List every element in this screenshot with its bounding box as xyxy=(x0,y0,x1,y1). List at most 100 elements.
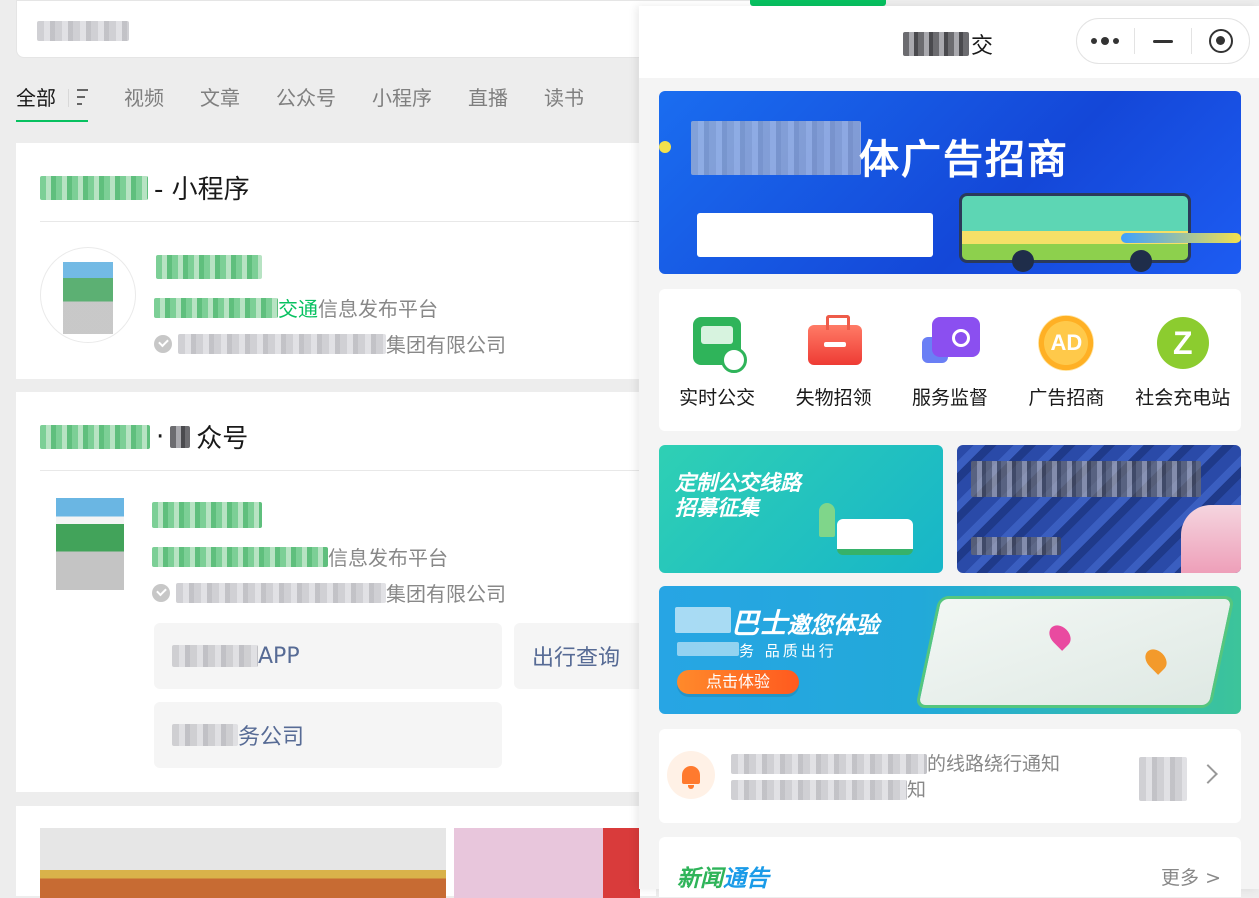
official-account-company: 集团有限公司 xyxy=(152,578,506,607)
service-supervision-icon xyxy=(920,315,980,373)
grid-item-service-supervision[interactable]: 服务监督 xyxy=(895,315,1005,410)
company-suffix: 集团有限公司 xyxy=(386,582,506,606)
banner-decor-dot xyxy=(659,141,671,153)
bus-banner-sub: 务 品质出行 xyxy=(739,642,837,660)
company-redacted xyxy=(176,582,386,603)
minimize-icon xyxy=(1153,39,1173,43)
mini-program-name-redacted[interactable] xyxy=(156,255,262,279)
service-label: APP xyxy=(258,643,300,669)
service-label: 务公司 xyxy=(238,725,305,750)
promo-illustration xyxy=(1181,505,1241,573)
mini-program-company: 集团有限公司 xyxy=(154,329,506,358)
minimize-button[interactable] xyxy=(1135,19,1192,63)
card-title: · 众号 xyxy=(40,418,248,455)
close-target-icon xyxy=(1208,29,1233,53)
grid-item-charging-station[interactable]: Z 社会充电站 xyxy=(1128,315,1238,410)
bus-icon xyxy=(687,315,748,373)
charging-icon-letter: Z xyxy=(1156,317,1209,369)
grid-item-lost-found[interactable]: 失物招领 xyxy=(779,315,889,410)
desc-redacted xyxy=(154,297,278,318)
official-account-desc: 信息发布平台 xyxy=(152,542,448,571)
charging-station-icon: Z xyxy=(1153,315,1213,373)
map-illustration xyxy=(915,596,1235,708)
grid-label: 服务监督 xyxy=(911,387,988,409)
mini-program-desc: 交通 信息发布平台 xyxy=(154,293,438,322)
service-redacted xyxy=(172,645,258,667)
desc-highlight: 交通 xyxy=(278,297,318,321)
desc-redacted xyxy=(152,546,328,567)
bus-service-banner[interactable]: 巴士 邀您体验 务 品质出行 点击体验 xyxy=(659,586,1241,714)
tab-article[interactable]: 文章 xyxy=(200,82,240,122)
tab-live[interactable]: 直播 xyxy=(468,82,508,122)
mini-program-avatar[interactable] xyxy=(40,247,136,343)
card-title: - 小程序 xyxy=(40,169,250,206)
desc-rest: 信息发布平台 xyxy=(318,297,438,321)
company-suffix: 集团有限公司 xyxy=(386,333,506,357)
mini-program-navbar: 交 xyxy=(639,6,1259,78)
service-button-app[interactable]: APP xyxy=(154,623,502,689)
promo-text-redacted xyxy=(971,461,1201,497)
divider xyxy=(40,221,656,222)
verified-icon xyxy=(152,583,170,602)
mini-program-window: 交 体广告招商 实时公交 失物招领 服务监督 AD 广告招商 Z 社会充电站 定… xyxy=(639,6,1259,897)
article-thumbnail[interactable] xyxy=(454,828,640,898)
try-now-button[interactable]: 点击体验 xyxy=(677,670,799,694)
grid-item-realtime-bus[interactable]: 实时公交 xyxy=(662,315,772,410)
notice-redacted xyxy=(731,780,907,800)
news-more-link[interactable]: 更多 > xyxy=(1161,863,1221,890)
divider xyxy=(40,470,656,471)
bell-icon xyxy=(667,751,715,799)
chevron-right-icon xyxy=(1198,764,1218,784)
card-title-suffix: 众号 xyxy=(196,424,249,454)
tab-official-account[interactable]: 公众号 xyxy=(276,82,336,122)
custom-bus-route-banner[interactable]: 定制公交线路 招募征集 xyxy=(659,445,943,573)
custom-bus-line2: 招募征集 xyxy=(675,496,759,520)
tab-all[interactable]: 全部 xyxy=(16,82,88,122)
bus-illustration xyxy=(837,519,913,555)
official-account-result-card[interactable]: · 众号 信息发布平台 集团有限公司 APP 出行查询 务公司 xyxy=(16,392,656,792)
sub-redacted xyxy=(677,642,739,656)
service-button-company[interactable]: 务公司 xyxy=(154,702,502,768)
more-dots-icon xyxy=(1091,37,1120,45)
news-section-header: 新闻通告 更多 > xyxy=(659,837,1241,897)
grid-label: 广告招商 xyxy=(1028,387,1105,409)
capsule-menu xyxy=(1076,18,1250,64)
bus-banner-name: 巴士 xyxy=(675,602,787,642)
tab-mini-program[interactable]: 小程序 xyxy=(372,82,432,122)
company-redacted xyxy=(178,333,386,354)
char-redacted xyxy=(170,425,191,448)
banner-stripe xyxy=(1121,233,1241,243)
mini-program-result-card[interactable]: - 小程序 交通 信息发布平台 集团有限公司 xyxy=(16,143,656,379)
ad-recruitment-banner[interactable]: 体广告招商 xyxy=(659,91,1241,274)
tab-video[interactable]: 视频 xyxy=(124,82,164,122)
notice-line1: 的线路绕行通知 xyxy=(927,753,1061,775)
more-button[interactable] xyxy=(1077,19,1134,63)
search-tabs: 全部 视频 文章 公众号 小程序 直播 读书 xyxy=(16,82,620,122)
separator-dot: · xyxy=(156,421,165,452)
promo-banner-redacted[interactable] xyxy=(957,445,1241,573)
service-button-trip-query[interactable]: 出行查询 xyxy=(514,623,656,689)
article-thumbnail[interactable] xyxy=(40,828,446,898)
article-result-card[interactable] xyxy=(16,806,656,898)
service-redacted xyxy=(172,724,238,746)
news-title-b: 通告 xyxy=(723,866,769,892)
news-title-a: 新闻 xyxy=(677,866,723,892)
promo-text-redacted xyxy=(971,537,1061,555)
filter-icon[interactable] xyxy=(68,89,88,107)
function-grid: 实时公交 失物招领 服务监督 AD 广告招商 Z 社会充电站 xyxy=(659,289,1241,431)
official-account-avatar[interactable] xyxy=(56,498,124,590)
close-button[interactable] xyxy=(1192,19,1249,63)
grid-item-ad-recruitment[interactable]: AD 广告招商 xyxy=(1011,315,1121,410)
custom-bus-banner-text: 定制公交线路 招募征集 xyxy=(675,471,801,521)
ad-icon-text: AD xyxy=(1038,315,1095,371)
banner-text-redacted xyxy=(691,121,861,175)
tab-books[interactable]: 读书 xyxy=(544,82,584,122)
official-account-name-redacted[interactable] xyxy=(152,502,262,528)
mini-program-title-suffix: 交 xyxy=(971,34,994,59)
route-notice[interactable]: 的线路绕行通知 知 xyxy=(659,729,1241,823)
desc-rest: 信息发布平台 xyxy=(328,546,448,570)
banner-title: 体广告招商 xyxy=(859,137,1069,183)
notice-date-redacted xyxy=(1139,757,1187,801)
news-title: 新闻通告 xyxy=(677,859,769,893)
notice-text: 的线路绕行通知 知 xyxy=(731,751,1060,803)
